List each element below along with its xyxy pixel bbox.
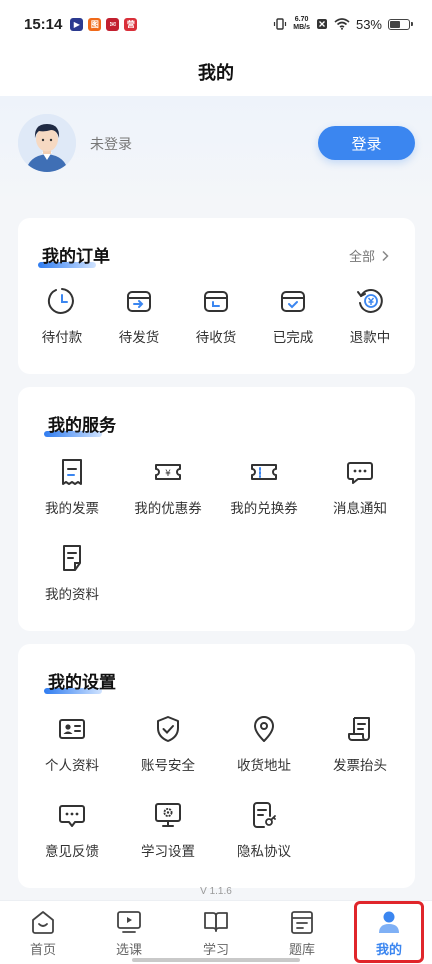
net-speed: 6.70 MB/s (293, 16, 310, 32)
scroll-icon (348, 717, 370, 741)
id-card-icon (59, 719, 85, 739)
order-item-pending-shipment[interactable]: 待发货 (97, 286, 181, 346)
service-item-vouchers[interactable]: 我的兑换券 (222, 457, 306, 517)
tab-course-select[interactable]: 选课 (97, 909, 161, 958)
home-indicator (132, 958, 300, 962)
order-item-label: 退款中 (349, 330, 391, 345)
app-notification-icon: ✉ (106, 17, 120, 31)
services-title: 我的服务 (48, 416, 116, 435)
order-item-label: 待付款 (41, 330, 83, 345)
setting-item-address[interactable]: 收货地址 (222, 714, 306, 774)
service-item-label: 我的发票 (45, 501, 99, 516)
box-receive-icon (204, 291, 228, 312)
setting-item-label: 隐私协议 (237, 844, 291, 859)
setting-item-label: 账号安全 (141, 758, 195, 773)
avatar-illustration (18, 114, 76, 172)
tab-study[interactable]: 学习 (184, 909, 248, 958)
chevron-right-icon (382, 250, 389, 261)
orders-all-label: 全部 (348, 249, 375, 264)
app-notification-icon: ▶ (70, 17, 84, 31)
tab-label: 选课 (115, 942, 142, 957)
order-item-completed[interactable]: 已完成 (251, 286, 335, 346)
setting-item-profile[interactable]: 个人资料 (30, 714, 114, 774)
battery-percent: 53% (355, 16, 382, 32)
status-bar: 15:14 ▶ 图 ✉ 营 6.70 MB/s 53% (0, 0, 432, 48)
app-notification-icon: 图 (88, 17, 102, 31)
document-icon (63, 545, 81, 571)
login-button[interactable]: 登录 (318, 126, 415, 160)
tab-label: 题库 (288, 942, 315, 957)
net-speed-value: 6.70 (294, 16, 309, 23)
tab-home[interactable]: 首页 (11, 909, 75, 958)
status-time: 15:14 (24, 15, 63, 33)
avatar[interactable] (18, 114, 76, 172)
service-item-label: 消息通知 (333, 501, 387, 516)
settings-title: 我的设置 (48, 673, 116, 692)
feedback-icon (59, 805, 85, 827)
setting-item-label: 发票抬头 (333, 758, 387, 773)
setting-item-label: 收货地址 (237, 758, 291, 773)
status-app-icons: ▶ 图 ✉ 营 (70, 17, 138, 31)
box-check-icon (281, 291, 305, 312)
order-item-refunding[interactable]: 退款中 (328, 286, 412, 346)
service-item-label: 我的资料 (45, 587, 99, 602)
service-item-coupons[interactable]: ¥ 我的优惠券 (126, 457, 210, 517)
privacy-icon (253, 802, 276, 828)
orders-all-link[interactable]: 全部 (349, 246, 389, 265)
question-bank-icon (291, 911, 313, 934)
message-icon (347, 462, 373, 484)
setting-item-label: 意见反馈 (45, 844, 99, 859)
order-item-label: 已完成 (272, 330, 314, 345)
battery-icon (388, 18, 413, 30)
service-item-label: 我的兑换券 (230, 501, 298, 516)
voucher-icon (251, 464, 277, 480)
setting-item-label: 学习设置 (141, 844, 195, 859)
order-item-label: 待收货 (195, 330, 237, 345)
play-screen-icon (117, 911, 141, 933)
no-sim-icon (316, 19, 327, 29)
service-item-label: 我的优惠券 (134, 501, 202, 516)
box-arrow-icon (127, 291, 151, 312)
vibrate-icon (274, 18, 287, 30)
wifi-icon (334, 18, 350, 30)
net-speed-unit: MB/s (293, 24, 310, 31)
login-status-text: 未登录 (90, 136, 132, 152)
tab-label: 学习 (202, 942, 229, 957)
setting-item-study-settings[interactable]: 学习设置 (126, 800, 210, 860)
service-item-invoice[interactable]: 我的发票 (30, 457, 114, 517)
services-card: 我的服务 我的发票 ¥ 我的优惠券 我的兑换券 消息通知 我的资料 (18, 387, 415, 631)
setting-item-invoice-title[interactable]: 发票抬头 (318, 714, 402, 774)
shield-icon (157, 716, 179, 742)
setting-item-privacy[interactable]: 隐私协议 (222, 800, 306, 860)
page-title: 我的 (0, 48, 432, 96)
battery-fill (390, 20, 400, 28)
profile-header: 未登录 登录 (0, 96, 432, 206)
refund-icon (357, 289, 383, 313)
orders-card: 我的订单 全部 待付款 待发货 待收货 已完成 退款中 (18, 218, 415, 374)
active-tab-highlight (354, 901, 424, 963)
monitor-gear-icon (155, 803, 181, 827)
service-item-materials[interactable]: 我的资料 (30, 543, 114, 603)
home-icon (32, 911, 54, 934)
clock-icon (47, 288, 74, 314)
tab-question-bank[interactable]: 题库 (270, 909, 334, 958)
app-version: V 1.1.6 (200, 886, 232, 897)
status-right: 6.70 MB/s 53% (273, 16, 413, 32)
order-item-label: 待发货 (118, 330, 160, 345)
svg-text:¥: ¥ (165, 469, 171, 479)
setting-item-feedback[interactable]: 意见反馈 (30, 800, 114, 860)
orders-title: 我的订单 (42, 247, 110, 266)
coupon-icon: ¥ (155, 464, 181, 480)
order-item-pending-payment[interactable]: 待付款 (20, 286, 104, 346)
settings-card: 我的设置 个人资料 账号安全 收货地址 发票抬头 意见反馈 学习设置 隐私协议 (18, 644, 415, 888)
setting-item-account-security[interactable]: 账号安全 (126, 714, 210, 774)
invoice-icon (62, 459, 82, 485)
app-notification-icon: 营 (124, 17, 138, 31)
location-icon (254, 716, 274, 742)
tab-label: 首页 (29, 942, 56, 957)
order-item-pending-receipt[interactable]: 待收货 (174, 286, 258, 346)
service-item-notifications[interactable]: 消息通知 (318, 457, 402, 517)
book-icon (204, 912, 228, 932)
setting-item-label: 个人资料 (45, 758, 99, 773)
